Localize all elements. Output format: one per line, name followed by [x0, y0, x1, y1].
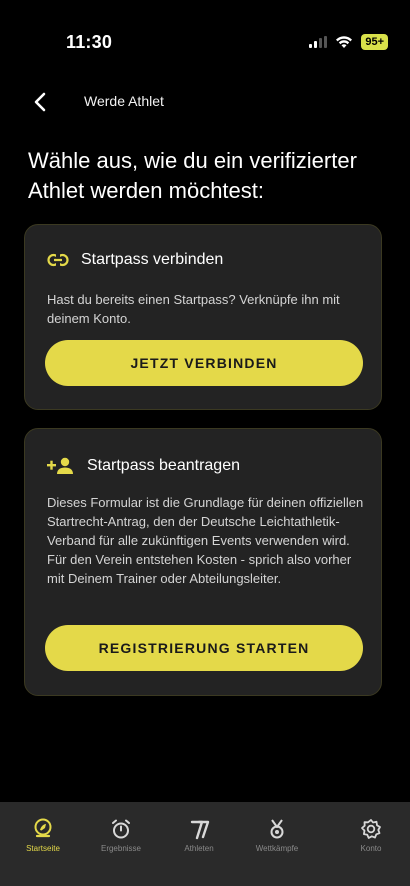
status-time: 11:30 [66, 32, 113, 52]
page-title: Werde Athlet [84, 93, 164, 109]
tab-ergebnisse[interactable]: Ergebnisse [86, 818, 156, 853]
card-title: Startpass verbinden [81, 251, 224, 268]
chevron-left-icon [34, 92, 46, 112]
athletes-icon [190, 820, 210, 840]
tab-label: Konto [360, 844, 382, 853]
stopwatch-icon [112, 819, 130, 839]
wifi-icon [336, 36, 353, 48]
tab-label: Wettkämpfe [255, 844, 299, 853]
status-icons: 95+ [309, 34, 388, 50]
card-description: Hast du bereits einen Startpass? Verknüp… [47, 292, 340, 326]
card-header: Startpass verbinden [47, 251, 223, 269]
home-badge-icon [34, 818, 52, 838]
tab-startseite[interactable]: Startseite [8, 818, 78, 853]
page-heading: Wähle aus, wie du ein verifizierter Athl… [28, 148, 357, 203]
tab-bar: Startseite Ergebnisse Athleten Wettkämpf… [0, 802, 410, 886]
tab-label: Athleten [184, 844, 214, 853]
apply-startpass-card: Startpass beantragen Dieses Formular ist… [24, 428, 382, 696]
tab-label: Ergebnisse [100, 844, 142, 853]
link-icon [47, 253, 69, 267]
tab-athleten[interactable]: Athleten [164, 818, 234, 853]
add-person-icon [47, 457, 73, 474]
medal-icon [270, 819, 284, 839]
tab-konto[interactable]: Konto [336, 818, 406, 853]
tab-label: Startseite [26, 844, 60, 853]
tab-wettkaempfe[interactable]: Wettkämpfe [242, 818, 312, 853]
card-title: Startpass beantragen [87, 457, 240, 474]
start-registration-button[interactable]: REGISTRIERUNG STARTEN [45, 625, 363, 671]
battery-icon: 95+ [361, 34, 388, 50]
back-button[interactable] [30, 90, 52, 114]
signal-icon [309, 36, 328, 48]
card-header: Startpass beantragen [47, 457, 240, 475]
connect-now-button[interactable]: JETZT VERBINDEN [45, 340, 363, 386]
gear-icon [361, 819, 381, 839]
card-description: Dieses Formular ist die Grundlage für de… [47, 495, 364, 586]
nav-header: Werde Athlet [0, 84, 410, 120]
connect-startpass-card: Startpass verbinden Hast du bereits eine… [24, 224, 382, 410]
status-bar: 11:30 95+ [0, 0, 410, 80]
